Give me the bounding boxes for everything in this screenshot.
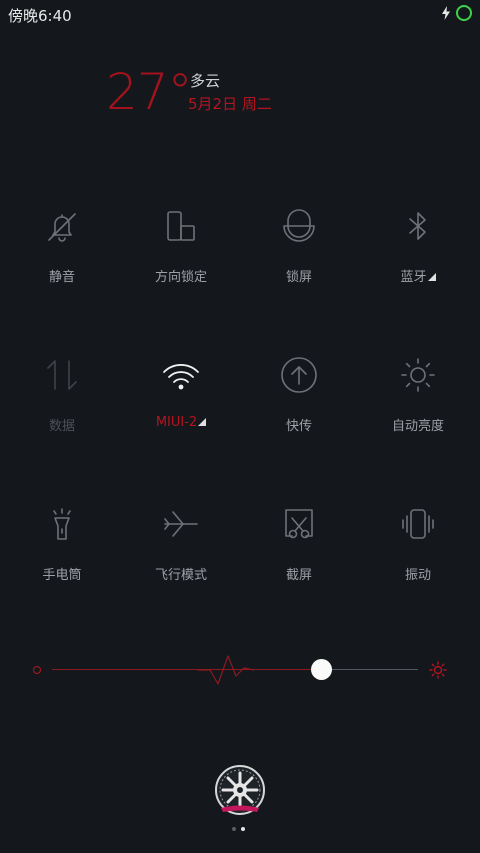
quick-transfer-icon [279, 355, 319, 395]
more-options-indicator[interactable] [198, 418, 207, 426]
toggle-silent[interactable]: 静音 [2, 196, 122, 296]
toggle-mobile-data[interactable]: 数据 [2, 345, 122, 445]
status-bar: 傍晚6:40 [0, 0, 480, 28]
screenshot-icon [279, 504, 319, 544]
more-options-indicator[interactable] [427, 273, 436, 281]
page-dot[interactable] [232, 827, 236, 831]
toggle-rotation-lock[interactable]: 方向锁定 [121, 196, 241, 296]
toggle-label-wrap: 蓝牙 [358, 266, 478, 285]
brightness-track-empty[interactable] [322, 669, 418, 670]
brightness-high-icon [429, 661, 447, 679]
status-time: 傍晚6:40 [8, 7, 72, 25]
toggle-label: 蓝牙 [400, 270, 427, 285]
toggle-lock-screen[interactable]: 锁屏 [239, 196, 359, 296]
toggle-label: 自动亮度 [391, 419, 444, 434]
toggle-auto-brightness[interactable]: 自动亮度 [358, 345, 478, 445]
auto-brightness-icon [398, 355, 438, 395]
weather-condition: 多云 [190, 72, 221, 90]
toggle-label: 数据 [48, 419, 75, 434]
toggle-label: 方向锁定 [154, 270, 207, 285]
brightness-low-icon [33, 666, 41, 674]
brightness-slider[interactable] [0, 640, 480, 700]
page-indicator [232, 827, 245, 831]
bluetooth-icon [398, 206, 438, 246]
toggle-flashlight[interactable]: 手电筒 [2, 494, 122, 594]
mobile-data-icon [42, 355, 82, 395]
toggle-label: MIUI-2 [155, 415, 198, 430]
vibrate-icon [398, 504, 438, 544]
flashlight-icon [42, 504, 82, 544]
temperature: 27° [106, 63, 193, 121]
toggle-airplane-mode[interactable]: 飞行模式 [121, 494, 241, 594]
charging-bolt-icon [442, 6, 450, 20]
brightness-wave [198, 655, 254, 685]
airplane-icon [161, 504, 201, 544]
toggle-vibrate[interactable]: 振动 [358, 494, 478, 594]
rotation-lock-icon [161, 206, 201, 246]
status-icons [442, 5, 472, 21]
toggle-label: 静音 [48, 270, 75, 285]
toggle-label-wrap: MIUI-2 [121, 415, 241, 430]
bell-off-icon [42, 206, 82, 246]
toggle-label: 振动 [404, 568, 431, 583]
toggle-label: 快传 [285, 419, 312, 434]
page-dot-active[interactable] [241, 827, 245, 831]
toggle-label: 截屏 [285, 568, 312, 583]
toggle-screenshot[interactable]: 截屏 [239, 494, 359, 594]
toggle-label: 飞行模式 [154, 568, 207, 583]
brightness-thumb[interactable] [311, 659, 332, 680]
weather-date: 5月2日 周二 [188, 95, 272, 113]
toggle-wifi[interactable]: MIUI-2 [121, 345, 241, 445]
toggle-label: 锁屏 [285, 270, 312, 285]
toggle-label: 手电筒 [42, 568, 82, 583]
brightness-track-filled[interactable] [52, 669, 322, 670]
battery-ring-icon [456, 5, 472, 21]
toggle-bluetooth[interactable]: 蓝牙 [358, 196, 478, 296]
lock-icon [279, 206, 319, 246]
toggle-quick-transfer[interactable]: 快传 [239, 345, 359, 445]
wifi-icon [161, 355, 201, 395]
theme-logo-avatar[interactable] [213, 763, 267, 817]
